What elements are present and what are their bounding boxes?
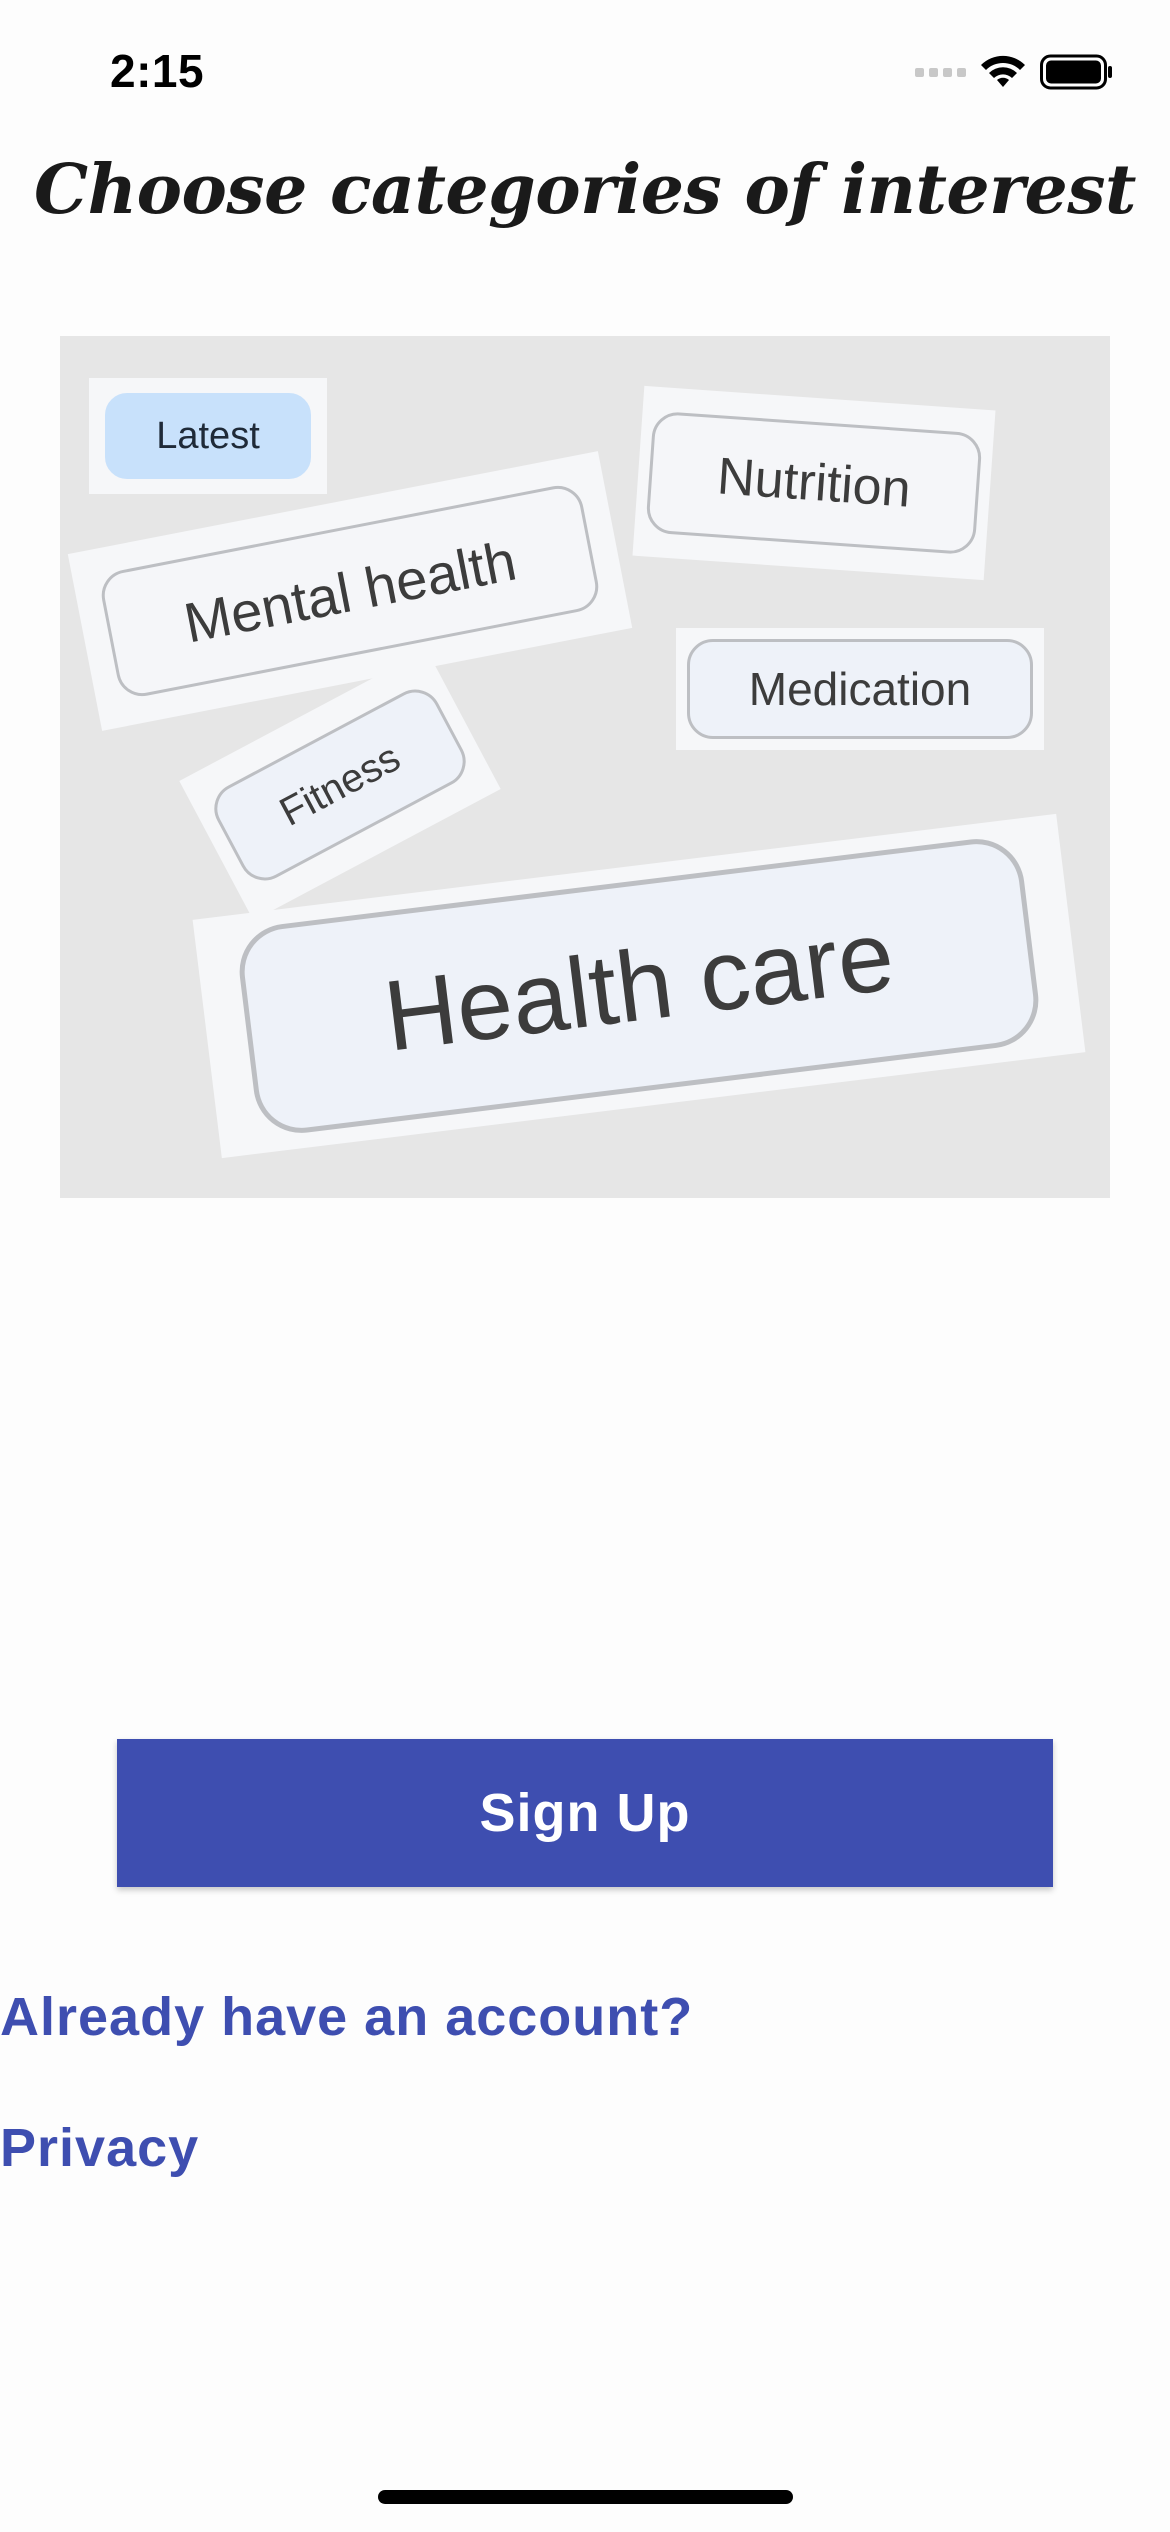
already-have-account-link[interactable]: Already have an account?	[0, 1986, 693, 2048]
category-chip-health-care: Health care	[234, 833, 1044, 1139]
category-card-nutrition: Nutrition	[632, 385, 996, 581]
categories-illustration: Latest Nutrition Mental health Medicatio…	[60, 336, 1110, 1198]
category-chip-latest: Latest	[105, 393, 311, 479]
category-chip-medication: Medication	[687, 639, 1033, 739]
battery-icon	[1040, 54, 1112, 90]
privacy-link[interactable]: Privacy	[0, 2117, 199, 2179]
signal-icon	[915, 67, 966, 77]
category-chip-mental-health: Mental health	[97, 481, 603, 701]
category-chip-nutrition: Nutrition	[645, 410, 983, 556]
sign-up-button[interactable]: Sign Up	[117, 1739, 1053, 1887]
category-card-latest: Latest	[89, 378, 327, 494]
category-chip-fitness: Fitness	[205, 680, 475, 890]
home-indicator[interactable]	[378, 2490, 793, 2504]
page-title: Choose categories of interest	[34, 150, 1136, 230]
status-time: 2:15	[110, 45, 205, 97]
status-icons	[915, 52, 1114, 92]
category-card-medication: Medication	[676, 628, 1044, 750]
wifi-icon	[981, 55, 1025, 87]
